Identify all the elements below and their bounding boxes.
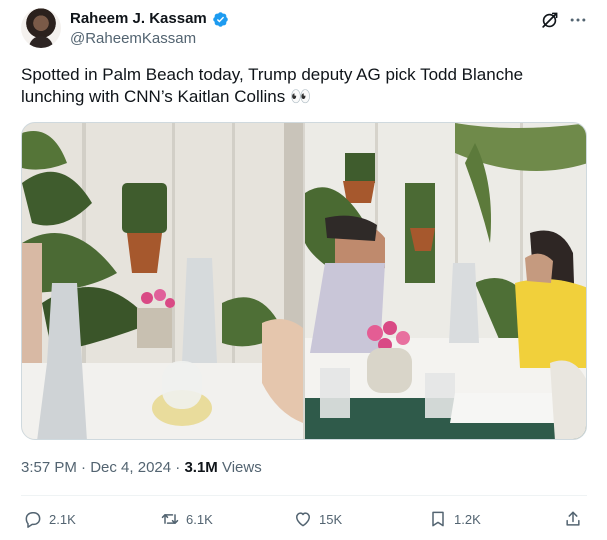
views-label: Views — [221, 459, 262, 476]
bookmark-button[interactable]: 1.2K — [428, 509, 481, 529]
repost-count: 6.1K — [186, 511, 213, 527]
verified-icon — [212, 11, 228, 27]
author-handle[interactable]: @RaheemKassam — [70, 30, 196, 48]
bookmark-icon — [432, 511, 444, 527]
restaurant-photo-left — [22, 123, 303, 439]
repost-button[interactable]: 6.1K — [160, 509, 213, 529]
photo-left[interactable] — [22, 123, 303, 439]
reply-count: 2.1K — [49, 511, 76, 527]
like-button[interactable]: 15K — [293, 509, 342, 529]
avatar[interactable] — [21, 8, 61, 48]
bookmark-count: 1.2K — [454, 511, 481, 527]
meta-separator: · — [175, 459, 181, 476]
repost-icon — [161, 514, 179, 524]
action-bar: 2.1K 6.1K 15K 1.2K — [23, 509, 585, 533]
grok-icon[interactable] — [540, 11, 559, 30]
author-display-name[interactable]: Raheem J. Kassam — [70, 10, 207, 28]
like-icon — [296, 512, 310, 527]
tweet[interactable]: Raheem J. Kassam @RaheemKassam Spotted i… — [0, 0, 607, 540]
divider — [21, 495, 587, 496]
reply-button[interactable]: 2.1K — [23, 509, 76, 529]
like-count: 15K — [319, 511, 343, 527]
tweet-meta: 3:57 PM · Dec 4, 2024 · 3.1M Views — [21, 458, 262, 478]
media-grid[interactable] — [21, 122, 587, 440]
tweet-date[interactable]: Dec 4, 2024 — [90, 459, 171, 476]
restaurant-photo-right — [305, 123, 586, 439]
reply-icon — [25, 512, 41, 528]
views-count: 3.1M — [184, 459, 218, 476]
meta-separator: · — [81, 459, 87, 476]
photo-right[interactable] — [305, 123, 586, 439]
author-name-row[interactable]: Raheem J. Kassam — [70, 10, 229, 28]
share-button[interactable] — [563, 509, 583, 529]
share-icon — [566, 511, 580, 526]
more-icon[interactable] — [568, 10, 588, 30]
tweet-time[interactable]: 3:57 PM — [21, 459, 77, 476]
tweet-text: Spotted in Palm Beach today, Trump deput… — [21, 65, 524, 106]
